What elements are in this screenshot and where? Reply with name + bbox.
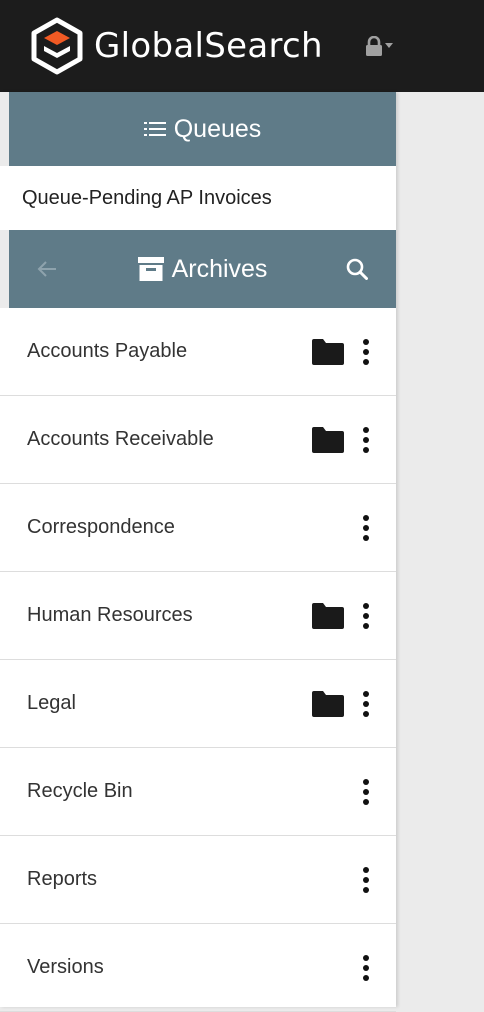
folder-icon xyxy=(312,602,344,629)
archive-item-label: Accounts Payable xyxy=(27,340,188,362)
search-icon[interactable] xyxy=(346,258,368,280)
queue-item-label: Queue-Pending AP Invoices xyxy=(22,186,272,209)
lock-icon xyxy=(365,36,382,56)
kebab-menu-icon[interactable] xyxy=(362,426,370,454)
archive-list: Accounts Payable Accounts Receivable Cor… xyxy=(0,308,396,1012)
archive-item-label: Human Resources xyxy=(27,604,193,626)
archive-item-reports[interactable]: Reports xyxy=(0,836,396,924)
kebab-menu-icon[interactable] xyxy=(362,514,370,542)
folder-icon xyxy=(312,338,344,365)
top-navbar: GlobalSearch xyxy=(0,0,484,92)
kebab-menu-icon[interactable] xyxy=(362,954,370,982)
archive-item-label: Legal xyxy=(27,692,76,714)
back-arrow-icon[interactable] xyxy=(37,260,57,278)
archive-item-label: Reports xyxy=(27,868,98,890)
archive-item-human-resources[interactable]: Human Resources xyxy=(0,572,396,660)
folder-icon xyxy=(312,690,344,717)
archives-header: Archives xyxy=(0,230,396,308)
archive-item-label: Versions xyxy=(27,956,104,978)
kebab-menu-icon[interactable] xyxy=(362,866,370,894)
queues-title: Queues xyxy=(173,114,262,143)
brand-logo[interactable]: GlobalSearch xyxy=(28,17,323,75)
archive-item-label: Accounts Receivable xyxy=(27,428,214,450)
lock-menu-button[interactable] xyxy=(365,36,393,56)
caret-down-icon xyxy=(384,43,393,48)
list-icon xyxy=(143,122,166,136)
archive-item-label: Correspondence xyxy=(27,516,175,538)
archive-box-icon xyxy=(137,257,164,281)
kebab-menu-icon[interactable] xyxy=(362,690,370,718)
queues-header: Queues xyxy=(0,92,396,166)
kebab-menu-icon[interactable] xyxy=(362,338,370,366)
archive-item-label: Recycle Bin xyxy=(27,780,133,802)
archives-title: Archives xyxy=(171,254,268,283)
sidebar: Queues Queue-Pending AP Invoices Archive… xyxy=(0,92,396,1012)
archive-item-recycle-bin[interactable]: Recycle Bin xyxy=(0,748,396,836)
archive-item-correspondence[interactable]: Correspondence xyxy=(0,484,396,572)
archive-item-accounts-receivable[interactable]: Accounts Receivable xyxy=(0,396,396,484)
kebab-menu-icon[interactable] xyxy=(362,602,370,630)
archive-item-accounts-payable[interactable]: Accounts Payable xyxy=(0,308,396,396)
archive-item-versions[interactable]: Versions xyxy=(0,924,396,1012)
queue-item[interactable]: Queue-Pending AP Invoices xyxy=(0,166,396,230)
folder-icon xyxy=(312,426,344,453)
globalsearch-logo-icon xyxy=(31,17,83,75)
archive-item-legal[interactable]: Legal xyxy=(0,660,396,748)
kebab-menu-icon[interactable] xyxy=(362,778,370,806)
brand-name: GlobalSearch xyxy=(94,26,323,66)
